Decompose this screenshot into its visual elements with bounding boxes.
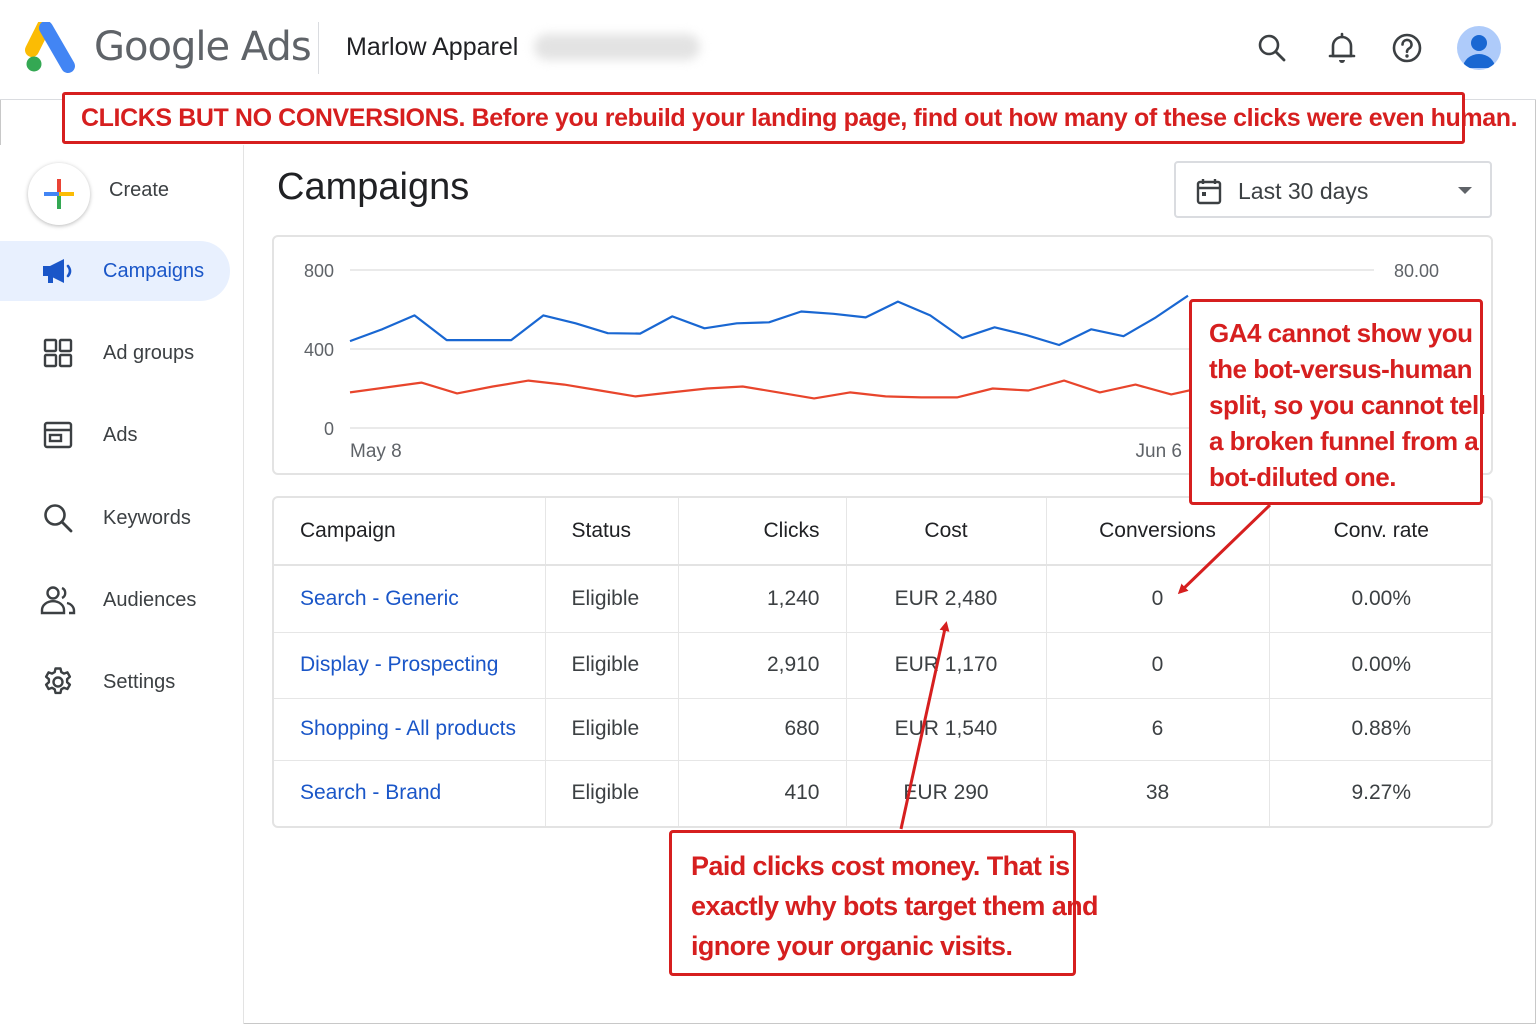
callout-line: exactly why bots target them and (691, 891, 1099, 921)
status-cell: Eligible (545, 760, 679, 826)
annotation-callout-paid-clicks: Paid clicks cost money. That is exactly … (669, 830, 1099, 976)
campaigns-table: Campaign Status Clicks Cost Conversions … (272, 496, 1493, 828)
header-divider (318, 22, 319, 74)
table-row: Search - Brand Eligible 410 EUR 290 38 9… (274, 760, 1491, 826)
conv-rate-cell: 0.00% (1351, 653, 1412, 676)
help-icon[interactable] (1387, 28, 1427, 68)
account-avatar-icon[interactable] (1457, 26, 1501, 70)
table-row: Shopping - All products Eligible 680 EUR… (274, 698, 1491, 760)
campaign-link[interactable]: Search - Brand (300, 781, 441, 804)
conversions-cell: 38 (1046, 760, 1270, 826)
y-tick-label: 0 (324, 419, 334, 439)
clicks-cell: 410 (678, 760, 847, 826)
gear-icon (40, 664, 76, 700)
create-label[interactable]: Create (109, 179, 169, 202)
conversions-cell: 0 (1046, 565, 1270, 632)
campaign-link[interactable]: Search - Generic (300, 587, 459, 610)
callout-line: Paid clicks cost money. That is (691, 851, 1070, 881)
chevron-down-icon (1458, 187, 1472, 194)
callout-line: bot-diluted one. (1209, 462, 1396, 492)
sidebar-item-settings[interactable]: Settings (0, 652, 230, 712)
sidebar-item-label: Keywords (103, 506, 191, 529)
table-row: Display - Prospecting Eligible 2,910 EUR… (274, 632, 1491, 698)
grid-icon (40, 335, 76, 371)
sidebar-nav: Create Campaigns Ad groups Ads Keywords … (0, 145, 244, 1024)
cost-cell: EUR 1,540 (846, 698, 1047, 760)
callout-line: GA4 cannot show you (1209, 318, 1473, 348)
bell-icon[interactable] (1322, 28, 1362, 68)
sidebar-item-audiences[interactable]: Audiences (0, 570, 230, 630)
annotation-banner: CLICKS BUT NO CONVERSIONS. Before you re… (62, 92, 1518, 144)
cost-cell: EUR 290 (846, 760, 1047, 826)
date-range-dropdown[interactable]: Last 30 days (1174, 161, 1492, 218)
megaphone-icon (40, 253, 76, 289)
sidebar-item-label: Ads (103, 423, 138, 446)
create-button[interactable] (28, 163, 90, 225)
clicks-cell: 680 (678, 698, 847, 760)
campaign-link[interactable]: Display - Prospecting (300, 653, 498, 676)
y-tick-label: 400 (304, 340, 334, 360)
campaign-link[interactable]: Shopping - All products (300, 717, 516, 740)
cost-cell: EUR 2,480 (846, 565, 1047, 632)
conversions-cell: 0 (1046, 632, 1270, 698)
series-line (349, 379, 1315, 400)
y-tick-label: 800 (304, 261, 334, 281)
sidebar-item-label: Audiences (103, 588, 197, 611)
cost-cell: EUR 1,170 (846, 632, 1047, 698)
callout-line: split, so you cannot tell (1209, 390, 1486, 420)
clicks-cell: 1,240 (678, 565, 847, 632)
column-header-conv-rate[interactable]: Conv. rate (1269, 498, 1491, 566)
column-header-clicks[interactable]: Clicks (678, 498, 847, 566)
callout-line: the bot-versus-human (1209, 354, 1473, 384)
sidebar-item-ad-groups[interactable]: Ad groups (0, 323, 230, 383)
callout-line: a broken funnel from a (1209, 426, 1479, 456)
x-tick-label: Jun 6 (1136, 441, 1182, 462)
x-tick-label: May 8 (350, 441, 402, 462)
sidebar-item-label: Campaigns (103, 259, 205, 282)
conversions-cell: 6 (1046, 698, 1270, 760)
calendar-icon (1196, 179, 1222, 205)
ad-card-icon (40, 417, 76, 453)
google-ads-logo-icon[interactable] (24, 22, 78, 74)
search-icon (40, 500, 76, 536)
column-header-status[interactable]: Status (545, 498, 679, 566)
date-range-label: Last 30 days (1238, 178, 1369, 204)
status-cell: Eligible (545, 632, 679, 698)
sidebar-item-label: Ad groups (103, 341, 195, 364)
brand-name: Google Ads (94, 24, 312, 70)
page-title: Campaigns (277, 166, 470, 208)
column-header-conversions[interactable]: Conversions (1046, 498, 1270, 566)
conv-rate-cell: 0.00% (1351, 586, 1412, 610)
status-cell: Eligible (545, 565, 679, 632)
series-line (349, 294, 1189, 347)
clicks-cell: 2,910 (678, 632, 847, 698)
table-header-row: Campaign Status Clicks Cost Conversions … (274, 498, 1491, 566)
sidebar-item-label: Settings (103, 670, 176, 693)
column-header-campaign[interactable]: Campaign (274, 498, 546, 566)
top-header: Google Ads Marlow Apparel (0, 0, 1536, 100)
sidebar-item-keywords[interactable]: Keywords (0, 488, 230, 548)
conv-rate-cell: 9.27% (1351, 781, 1412, 805)
column-header-cost[interactable]: Cost (846, 498, 1047, 566)
sidebar-item-campaigns[interactable]: Campaigns (0, 241, 230, 301)
table-row: Search - Generic Eligible 1,240 EUR 2,48… (274, 565, 1491, 632)
conv-rate-cell: 0.88% (1351, 717, 1412, 740)
status-cell: Eligible (545, 698, 679, 760)
account-name[interactable]: Marlow Apparel (346, 33, 518, 62)
plus-icon (44, 179, 74, 209)
annotation-callout-ga4: GA4 cannot show you the bot-versus-human… (1189, 299, 1486, 505)
account-id-redacted (534, 34, 700, 60)
callout-line: ignore your organic visits. (691, 931, 1013, 961)
search-icon[interactable] (1252, 28, 1292, 68)
sidebar-item-ads[interactable]: Ads (0, 405, 230, 465)
people-icon (40, 582, 76, 618)
y-right-tick-label: 80.00 (1394, 261, 1439, 281)
